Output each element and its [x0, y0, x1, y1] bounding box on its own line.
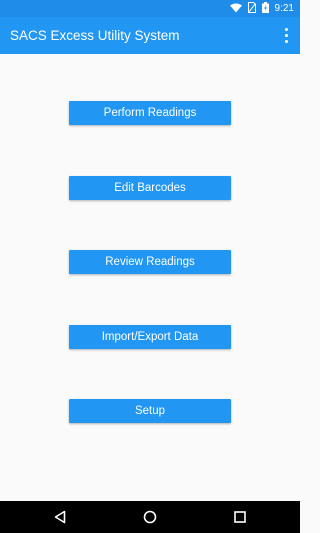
- edit-barcodes-button[interactable]: Edit Barcodes: [69, 176, 231, 200]
- status-time: 9:21: [274, 3, 294, 14]
- wifi-icon: [229, 0, 242, 18]
- perform-readings-button[interactable]: Perform Readings: [69, 101, 231, 125]
- no-sim-icon: [247, 0, 256, 18]
- overflow-dot: [284, 33, 288, 37]
- main-content: Perform Readings Edit Barcodes Review Re…: [0, 54, 300, 501]
- home-icon[interactable]: [138, 507, 162, 527]
- import-export-data-button[interactable]: Import/Export Data: [69, 325, 231, 349]
- overflow-dot: [284, 39, 288, 43]
- status-bar: 9:21: [0, 0, 300, 17]
- app-bar: SACS Excess Utility System: [0, 17, 300, 54]
- battery-charging-icon: [261, 0, 269, 18]
- setup-button[interactable]: Setup: [69, 399, 231, 423]
- overflow-dot: [284, 28, 288, 32]
- overflow-menu-icon[interactable]: [280, 27, 292, 44]
- app-title: SACS Excess Utility System: [10, 28, 180, 43]
- recents-icon[interactable]: [228, 507, 252, 527]
- navigation-bar: [0, 501, 300, 533]
- review-readings-button[interactable]: Review Readings: [69, 250, 231, 274]
- back-icon[interactable]: [48, 507, 72, 527]
- status-icons: 9:21: [229, 0, 294, 18]
